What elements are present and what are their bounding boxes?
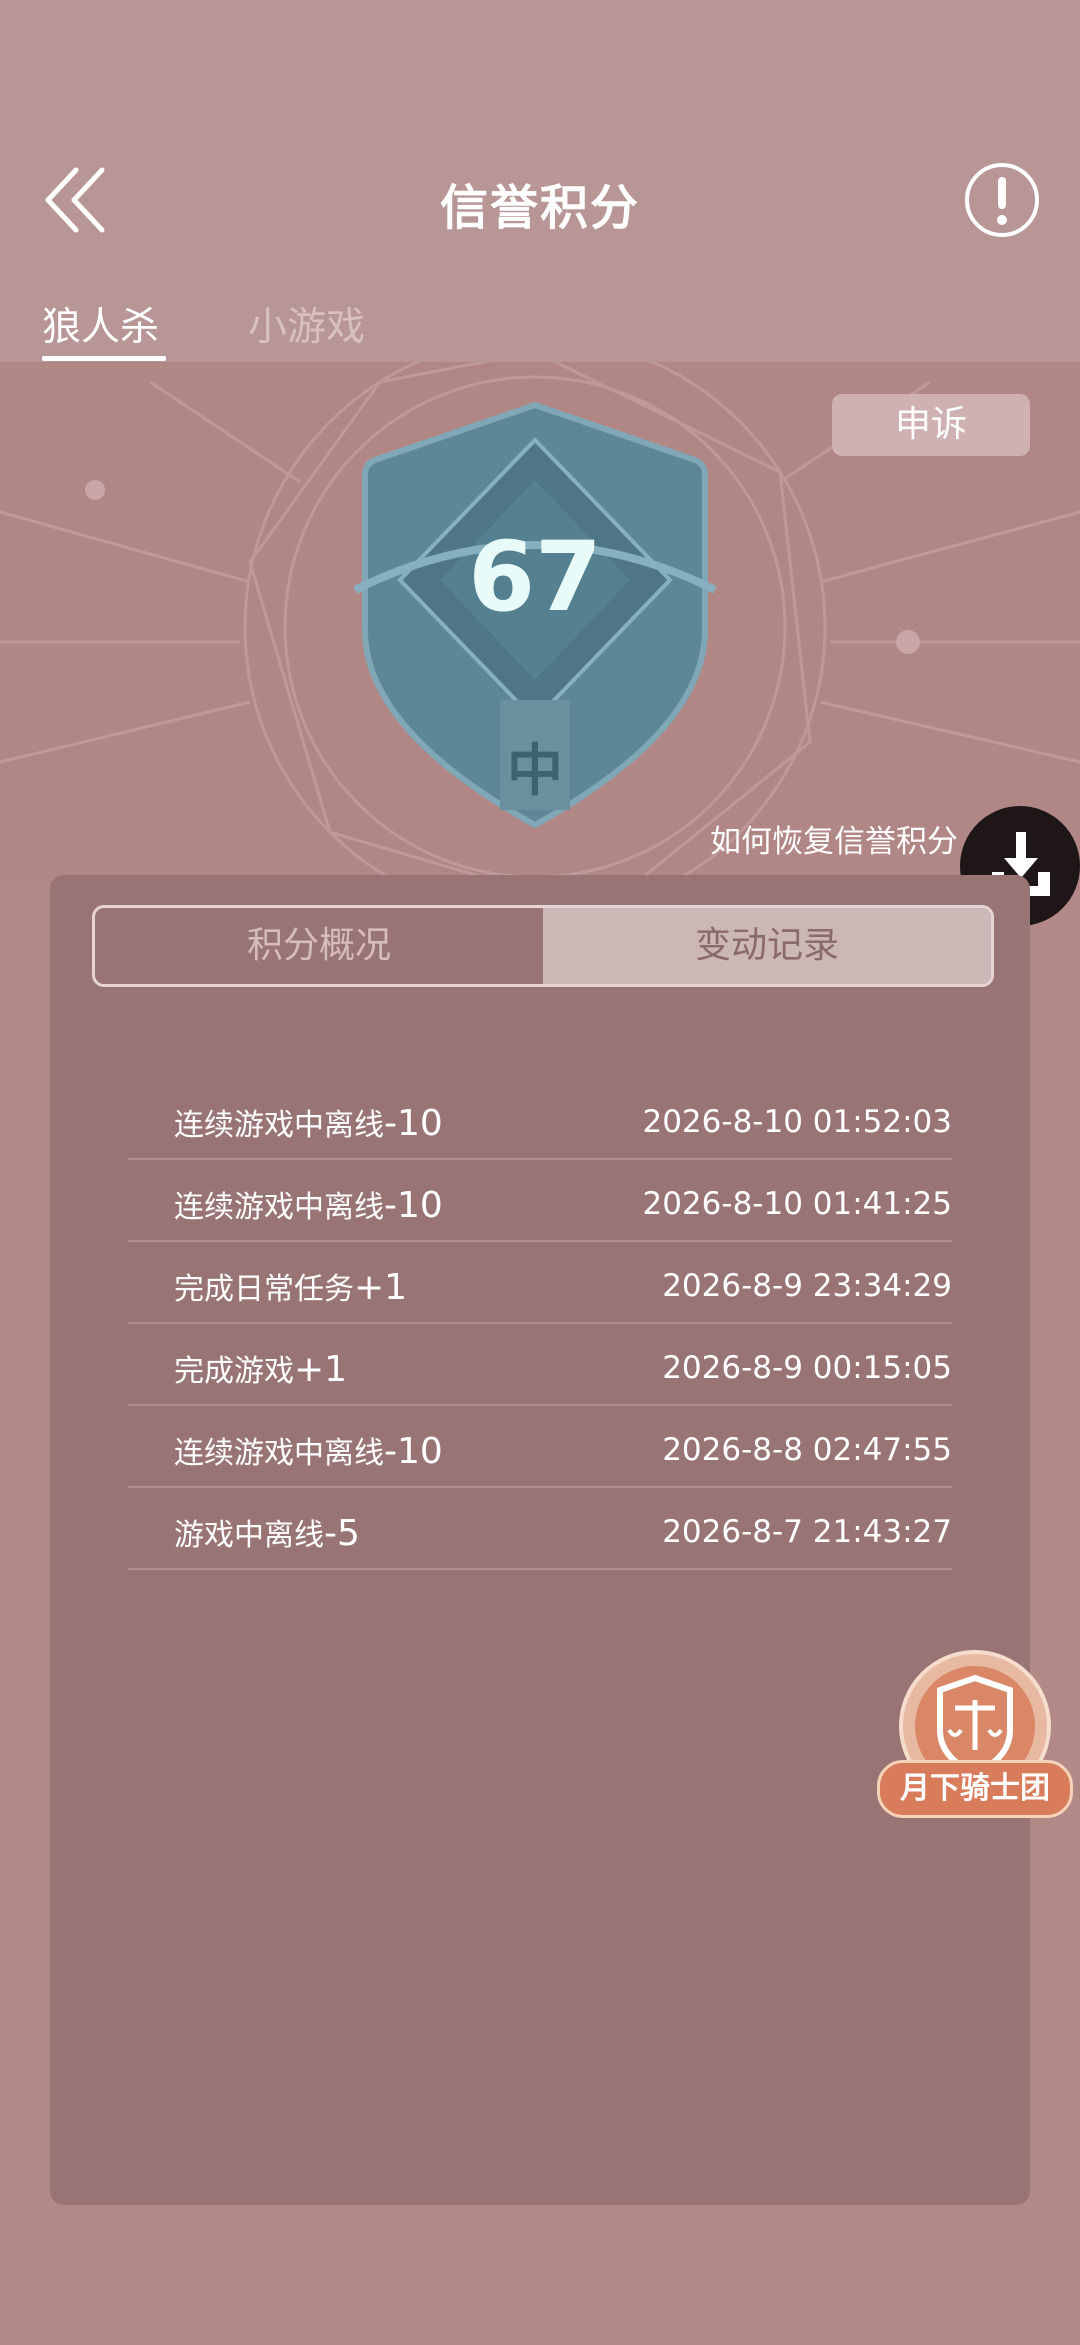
tab-active-underline <box>42 356 166 361</box>
record-time: 2026-8-9 23:34:29 <box>662 1268 952 1304</box>
credit-shield-badge: 67 中 <box>353 401 717 829</box>
record-time: 2026-8-8 02:47:55 <box>662 1432 952 1468</box>
segmented-control: 积分概况 变动记录 <box>92 905 994 987</box>
record-time: 2026-8-7 21:43:27 <box>662 1514 952 1550</box>
record-row: 游戏中离线-5 2026-8-7 21:43:27 <box>128 1490 952 1570</box>
record-delta: +1 <box>294 1349 348 1390</box>
record-delta: -10 <box>384 1103 443 1144</box>
record-row: 完成游戏+1 2026-8-9 00:15:05 <box>128 1326 952 1406</box>
record-reason: 连续游戏中离线 <box>174 1190 384 1225</box>
knight-group-label[interactable]: 月下骑士团 <box>877 1760 1073 1818</box>
record-time: 2026-8-10 01:41:25 <box>642 1186 952 1222</box>
record-reason: 连续游戏中离线 <box>174 1108 384 1143</box>
record-reason: 连续游戏中离线 <box>174 1436 384 1471</box>
record-time: 2026-8-9 00:15:05 <box>662 1350 952 1386</box>
tab-mini-games[interactable]: 小游戏 <box>248 296 365 352</box>
record-row: 完成日常任务+1 2026-8-9 23:34:29 <box>128 1244 952 1324</box>
restore-credit-link[interactable]: 如何恢复信誉积分 <box>710 816 958 861</box>
page-title: 信誉积分 <box>439 180 640 236</box>
exclamation-info-icon[interactable] <box>962 160 1042 240</box>
record-delta: +1 <box>354 1267 408 1308</box>
score-value: 67 <box>468 521 602 633</box>
tab-change-records[interactable]: 变动记录 <box>543 908 991 984</box>
record-delta: -10 <box>384 1431 443 1472</box>
record-reason: 完成日常任务 <box>174 1272 354 1307</box>
record-row: 连续游戏中离线-10 2026-8-8 02:47:55 <box>128 1408 952 1488</box>
record-time: 2026-8-10 01:52:03 <box>642 1104 952 1140</box>
appeal-button[interactable]: 申诉 <box>832 394 1030 456</box>
record-reason: 游戏中离线 <box>174 1518 324 1553</box>
tab-werewolf[interactable]: 狼人杀 <box>42 296 159 352</box>
record-reason: 完成游戏 <box>174 1354 294 1389</box>
record-delta: -5 <box>324 1513 360 1554</box>
tab-score-overview[interactable]: 积分概况 <box>95 908 543 984</box>
record-row: 连续游戏中离线-10 2026-8-10 01:52:03 <box>128 1080 952 1160</box>
score-level: 中 <box>507 739 563 804</box>
record-delta: -10 <box>384 1185 443 1226</box>
records-list: 连续游戏中离线-10 2026-8-10 01:52:03 连续游戏中离线-10… <box>128 1080 952 1572</box>
record-row: 连续游戏中离线-10 2026-8-10 01:41:25 <box>128 1162 952 1242</box>
